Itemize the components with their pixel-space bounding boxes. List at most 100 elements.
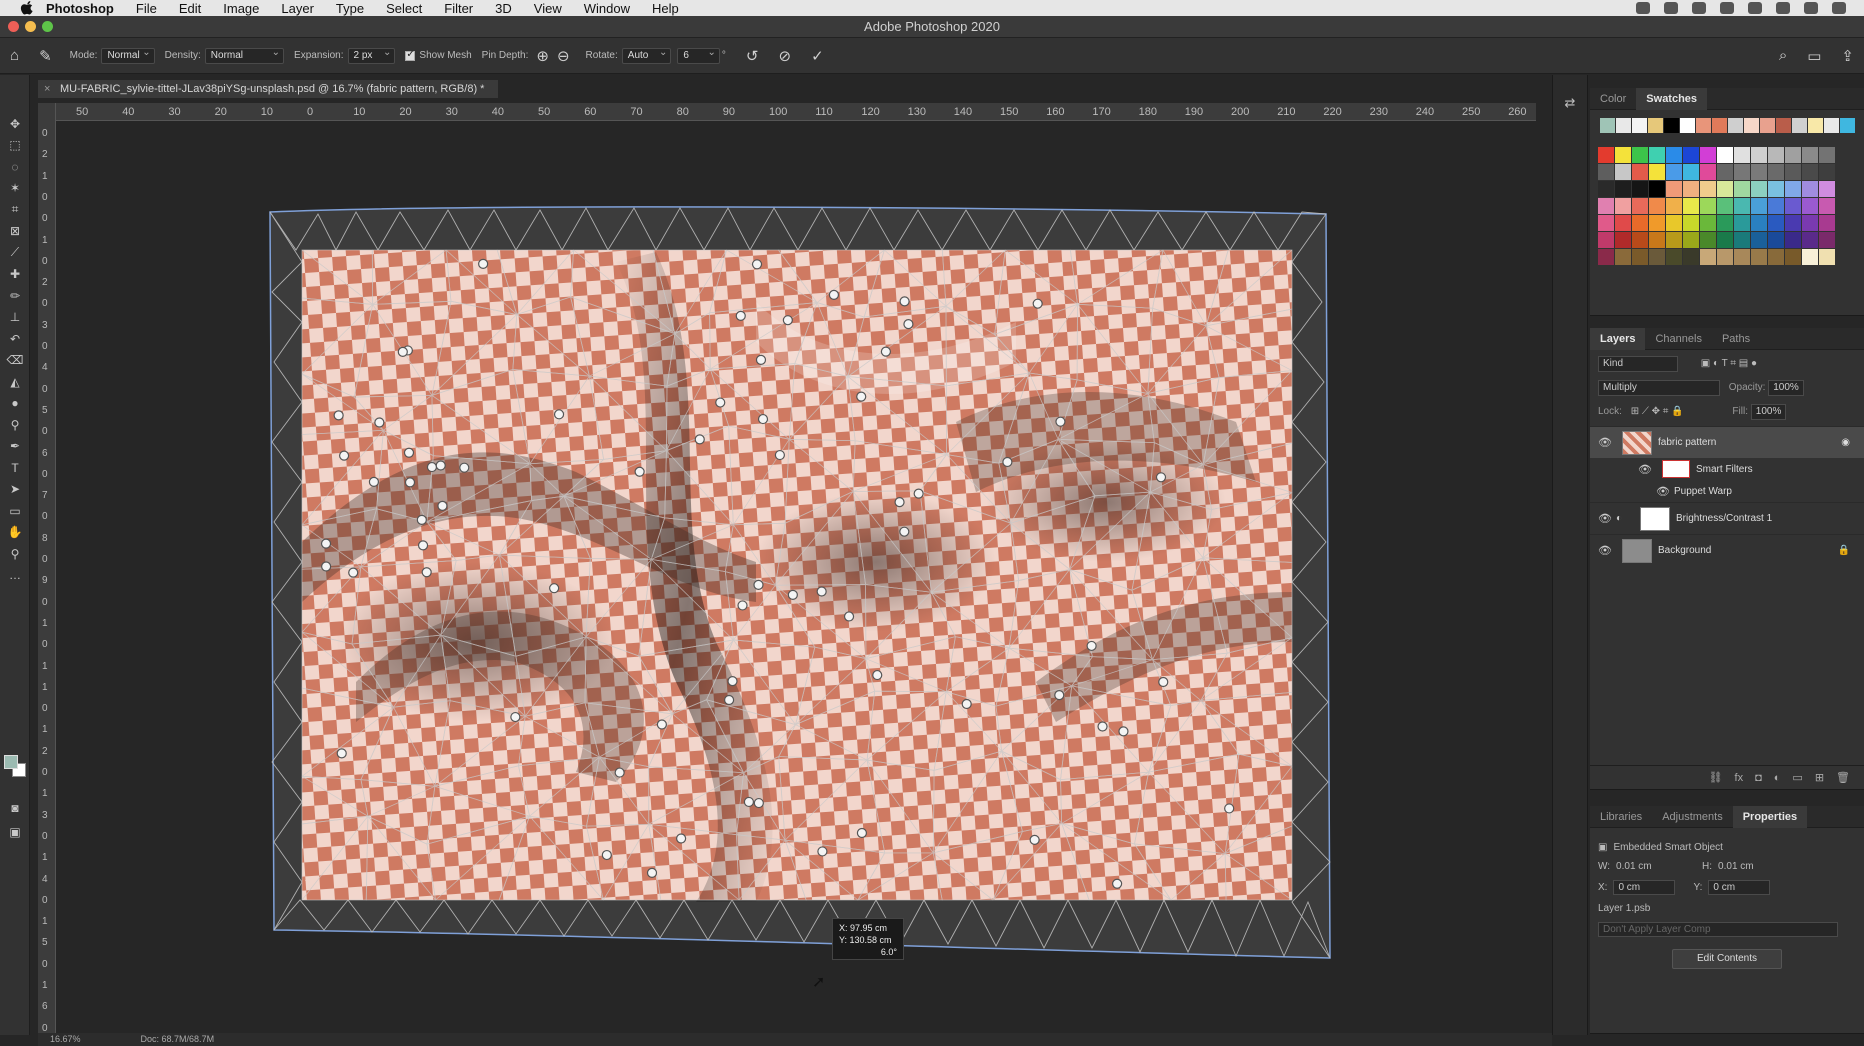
share-icon[interactable]: ⇪	[1841, 47, 1854, 65]
swatch[interactable]	[1802, 164, 1818, 180]
swatch[interactable]	[1717, 232, 1733, 248]
edit-contents-button[interactable]: Edit Contents	[1672, 949, 1782, 969]
swatch[interactable]	[1700, 147, 1716, 163]
puppet-pin[interactable]	[1224, 803, 1235, 814]
visibility-eye-icon[interactable]: 👁	[1598, 512, 1616, 525]
swatch[interactable]	[1632, 215, 1648, 231]
puppet-pin[interactable]	[1029, 834, 1040, 845]
wifi-icon[interactable]	[1776, 2, 1790, 14]
swatch[interactable]	[1768, 164, 1784, 180]
puppet-pin[interactable]	[737, 600, 748, 611]
swatch[interactable]	[1819, 181, 1835, 197]
record-icon[interactable]	[1636, 2, 1650, 14]
tab-swatches[interactable]: Swatches	[1636, 87, 1708, 110]
swatch[interactable]	[1615, 215, 1631, 231]
swatch[interactable]	[1683, 215, 1699, 231]
swatch[interactable]	[1768, 198, 1784, 214]
mode-select[interactable]: Normal	[101, 46, 155, 64]
puppet-pin[interactable]	[336, 748, 347, 759]
swatch[interactable]	[1785, 249, 1801, 265]
puppet-pin[interactable]	[510, 711, 521, 723]
swatch[interactable]	[1768, 181, 1784, 197]
lasso-tool-icon[interactable]: ◌	[0, 156, 30, 178]
visibility-eye-icon[interactable]: 👁	[1598, 544, 1616, 557]
pen-tool-icon[interactable]: ✒	[0, 436, 30, 458]
puppet-pin[interactable]	[880, 346, 891, 357]
document-canvas[interactable]	[56, 122, 1536, 1033]
horizontal-ruler[interactable]: 50 40 30 20 10 0 10 20 30 40 50 60 70 80 90 100 110 120 13…	[56, 103, 1536, 121]
swatch[interactable]	[1768, 249, 1784, 265]
swatch[interactable]	[1632, 232, 1648, 248]
dodge-tool-icon[interactable]: ⚲	[0, 414, 30, 436]
layer-row-background[interactable]: 👁 Background 🔒	[1590, 534, 1864, 566]
swatch[interactable]	[1700, 232, 1716, 248]
swatch[interactable]	[1751, 164, 1767, 180]
swatch[interactable]	[1717, 181, 1733, 197]
swatch[interactable]	[1751, 232, 1767, 248]
swatch[interactable]	[1598, 198, 1614, 214]
swatch[interactable]	[1615, 164, 1631, 180]
puppet-pin[interactable]	[1086, 640, 1097, 652]
vertical-ruler[interactable]: 0 2 1 0 0 1 0 2 0 3 0 4 0 5 0 6 0 7 0 8 0 9 0 1 0 1 1 0 1 2 0 1 3 0 1 4 0 1 5 0…	[38, 103, 56, 1033]
eyedropper-tool-icon[interactable]: ⟋	[0, 242, 30, 264]
swatch[interactable]	[1728, 118, 1743, 133]
puppet-pin[interactable]	[437, 500, 448, 511]
swatch[interactable]	[1734, 232, 1750, 248]
puppet-pin[interactable]	[715, 397, 726, 408]
menu-window[interactable]: Window	[584, 1, 630, 16]
swatch[interactable]	[1785, 147, 1801, 163]
menu-help[interactable]: Help	[652, 1, 679, 16]
history-panel-icon[interactable]: ⇄	[1560, 95, 1580, 115]
puppet-pin[interactable]	[601, 849, 612, 861]
puppet-pin[interactable]	[348, 567, 359, 578]
puppet-pin[interactable]	[478, 258, 489, 269]
layer-comp-select[interactable]: Don't Apply Layer Comp	[1598, 922, 1838, 937]
puppet-pin[interactable]	[1158, 676, 1169, 688]
puppet-pin[interactable]	[856, 391, 867, 402]
puppet-pin[interactable]	[816, 586, 827, 597]
clone-stamp-tool-icon[interactable]: ⊥	[0, 307, 30, 329]
swatch[interactable]	[1683, 249, 1699, 265]
puppet-pin[interactable]	[1055, 416, 1066, 427]
swatch[interactable]	[1751, 198, 1767, 214]
swatch[interactable]	[1760, 118, 1775, 133]
puppet-pin[interactable]	[828, 289, 840, 300]
zoom-window-button[interactable]	[42, 21, 53, 32]
puppet-pin[interactable]	[753, 797, 764, 809]
layer-filter-kind[interactable]: Kind	[1598, 356, 1678, 372]
swatch[interactable]	[1734, 147, 1750, 163]
puppet-pin[interactable]	[1155, 472, 1167, 483]
swatch[interactable]	[1696, 118, 1711, 133]
history-brush-tool-icon[interactable]: ↶	[0, 328, 30, 350]
zoom-tool-icon[interactable]: ⚲	[0, 543, 30, 565]
puppet-pin[interactable]	[614, 767, 625, 778]
swatch[interactable]	[1751, 215, 1767, 231]
puppet-pin[interactable]	[1112, 878, 1123, 889]
puppet-pin[interactable]	[676, 833, 687, 844]
puppet-pin[interactable]	[320, 538, 332, 549]
type-tool-icon[interactable]: T	[0, 457, 30, 479]
menu-edit[interactable]: Edit	[179, 1, 201, 16]
swatch[interactable]	[1802, 232, 1818, 248]
puppet-pin[interactable]	[913, 488, 924, 499]
swatch[interactable]	[1751, 249, 1767, 265]
time-machine-icon[interactable]	[1720, 2, 1734, 14]
home-icon[interactable]: ⌂	[10, 47, 19, 64]
swatch[interactable]	[1615, 232, 1631, 248]
swatch[interactable]	[1700, 215, 1716, 231]
puppet-pin[interactable]	[549, 583, 560, 594]
swatch[interactable]	[1700, 198, 1716, 214]
puppet-pin[interactable]	[417, 540, 429, 551]
puppet-pin[interactable]	[339, 450, 350, 461]
swatch[interactable]	[1649, 181, 1665, 197]
puppet-pin[interactable]	[553, 409, 565, 420]
tab-libraries[interactable]: Libraries	[1590, 806, 1652, 828]
swatch[interactable]	[1666, 249, 1682, 265]
swatch[interactable]	[1632, 181, 1648, 197]
puppet-pin[interactable]	[894, 497, 905, 508]
document-tab[interactable]: × MU-FABRIC_sylvie-tittel-JLav38piYSg-un…	[38, 80, 499, 98]
puppet-pin[interactable]	[817, 846, 828, 857]
swatch[interactable]	[1680, 118, 1695, 133]
fill-input[interactable]: 100%	[1750, 404, 1787, 420]
menu-select[interactable]: Select	[386, 1, 422, 16]
